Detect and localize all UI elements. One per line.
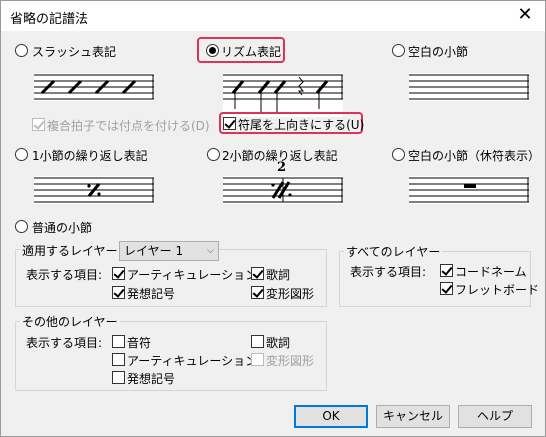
one-bar-repeat-staff-preview [34, 176, 154, 204]
other-expression-label: 発想記号 [127, 372, 176, 386]
other-notes-label: 音符 [127, 336, 152, 350]
chevron-down-icon: ⌵ [207, 246, 214, 256]
cancel-button[interactable]: キャンセル [376, 405, 450, 428]
one-bar-repeat-radio[interactable] [15, 148, 28, 161]
blank-staff-preview [409, 73, 529, 101]
close-icon[interactable]: ✕ [515, 5, 535, 25]
other-layers-title: その他のレイヤー [20, 313, 120, 330]
blank-measure-label: 空白の小節 [408, 45, 469, 59]
normal-label: 普通の小節 [32, 221, 93, 235]
layer-expression-label: 発想記号 [127, 287, 176, 301]
dialog-title: 省略の記譜法 [10, 12, 89, 27]
blank-rest-staff-preview [409, 176, 529, 204]
other-lyrics-label: 歌詞 [266, 336, 291, 350]
chord-name-checkbox[interactable] [440, 264, 453, 277]
slash-label: スラッシュ表記 [32, 45, 117, 59]
apply-layer-label: 適用するレイヤー: [20, 242, 124, 259]
ok-button[interactable]: OK [294, 405, 368, 428]
other-articulation-label: アーティキュレーション [127, 354, 258, 368]
blank-rest-radio[interactable] [392, 148, 405, 161]
two-bar-number: 2 [277, 160, 287, 175]
stems-up-checkbox[interactable] [223, 117, 236, 130]
blank-measure-radio[interactable] [392, 44, 405, 57]
help-button[interactable]: ヘルプ [458, 405, 532, 428]
rhythm-label: リズム表記 [221, 45, 282, 59]
other-shapes-checkbox[interactable] [251, 353, 264, 366]
layer-shapes-label: 変形図形 [266, 287, 315, 301]
layer-show-label: 表示する項目: [26, 268, 103, 282]
fretboard-checkbox[interactable] [440, 282, 453, 295]
title-bar: 省略の記譜法 ✕ [1, 1, 545, 31]
other-notes-checkbox[interactable] [112, 335, 125, 348]
all-layers-show-label: 表示する項目: [350, 265, 427, 279]
rhythm-staff-preview [223, 73, 343, 117]
layer-expression-checkbox[interactable] [112, 286, 125, 299]
other-show-label: 表示する項目: [26, 336, 103, 350]
layer-lyrics-checkbox[interactable] [251, 267, 264, 280]
all-layers-title: すべてのレイヤー [344, 243, 443, 260]
layer-articulation-checkbox[interactable] [112, 267, 125, 280]
dialog-window: 省略の記譜法 ✕ スラッシュ表記 リズム表記 空白の小節 複合拍子では付点を付け… [0, 0, 546, 437]
layer-select[interactable]: レイヤー 1 ⌵ [119, 241, 219, 261]
rhythm-radio[interactable] [206, 44, 219, 57]
blank-rest-label: 空白の小節（休符表示） [408, 149, 541, 163]
layer-shapes-checkbox[interactable] [251, 286, 264, 299]
stems-up-label: 符尾を上向きにする(U) [238, 118, 365, 132]
other-articulation-checkbox[interactable] [112, 353, 125, 366]
layer-lyrics-label: 歌詞 [266, 268, 291, 282]
other-shapes-label: 変形図形 [266, 354, 315, 368]
composite-dot-checkbox[interactable] [32, 118, 45, 131]
layer-select-value: レイヤー 1 [124, 244, 184, 258]
slash-radio[interactable] [15, 44, 28, 57]
two-bar-repeat-staff-preview [223, 176, 343, 204]
normal-radio[interactable] [15, 220, 28, 233]
other-lyrics-checkbox[interactable] [251, 335, 264, 348]
layer-articulation-label: アーティキュレーション [127, 268, 258, 282]
fretboard-label: フレットボード [455, 283, 540, 297]
one-bar-repeat-label: 1小節の繰り返し表記 [32, 149, 148, 163]
composite-dot-label: 複合拍子では付点を付ける(D) [47, 119, 210, 133]
chord-name-label: コードネーム [455, 265, 527, 279]
other-expression-checkbox[interactable] [112, 371, 125, 384]
slash-staff-preview [34, 73, 154, 101]
two-bar-repeat-radio[interactable] [207, 148, 220, 161]
